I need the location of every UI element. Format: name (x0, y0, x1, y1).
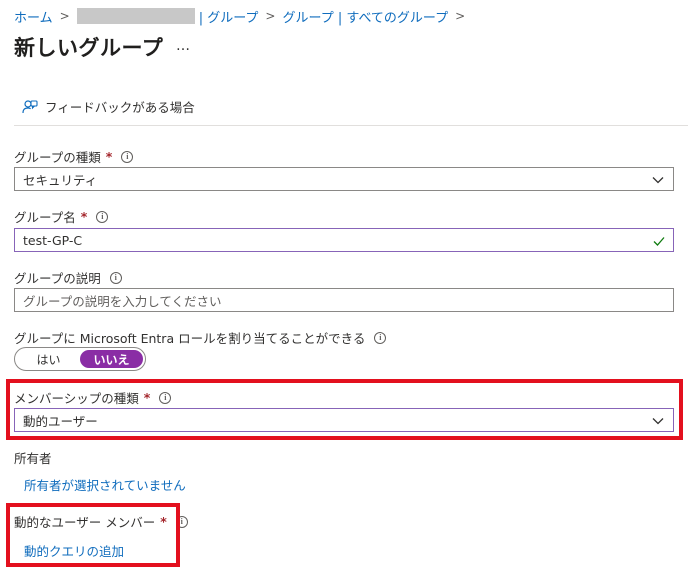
group-type-label-text: グループの種類 (14, 150, 101, 165)
breadcrumb-separator: > (455, 9, 466, 23)
breadcrumb-all-groups[interactable]: グループ | すべてのグループ (282, 7, 448, 26)
checkmark-icon (653, 237, 665, 246)
info-icon[interactable]: i (96, 210, 109, 223)
breadcrumb-groups[interactable]: | グループ (199, 7, 259, 26)
divider (14, 125, 688, 126)
breadcrumb-redacted (76, 8, 195, 24)
feedback-icon (22, 99, 38, 113)
entra-role-label-text: グループに Microsoft Entra ロールを割り当てることができる (14, 331, 366, 346)
owners-label: 所有者 (14, 448, 52, 467)
breadcrumb: ホーム > | グループ > グループ | すべてのグループ > (14, 6, 472, 26)
required-marker: * (105, 149, 113, 164)
info-icon[interactable]: i (121, 150, 134, 163)
breadcrumb-separator: > (265, 9, 276, 23)
group-type-label: グループの種類 * i (14, 147, 134, 166)
feedback-button[interactable]: フィードバックがある場合 (22, 97, 195, 116)
owners-link[interactable]: 所有者が選択されていません (24, 475, 186, 494)
page-title: 新しいグループ (14, 36, 164, 60)
toggle-option-no[interactable]: いいえ (80, 350, 143, 368)
breadcrumb-home[interactable]: ホーム (14, 7, 53, 26)
group-name-label: グループ名 * i (14, 207, 109, 226)
group-name-value: test-GP-C (23, 232, 83, 248)
required-marker: * (80, 209, 88, 224)
entra-role-toggle[interactable]: はい いいえ (14, 347, 146, 371)
group-name-label-text: グループ名 (14, 210, 76, 225)
highlight-box-membership (6, 379, 683, 440)
group-description-label-text: グループの説明 (14, 271, 101, 286)
owners-label-text: 所有者 (14, 451, 52, 466)
group-description-input[interactable]: グループの説明を入力してください (14, 288, 674, 312)
breadcrumb-separator: > (59, 9, 70, 23)
group-type-select[interactable]: セキュリティ (14, 167, 674, 191)
feedback-label: フィードバックがある場合 (45, 100, 195, 115)
info-icon[interactable]: i (374, 331, 387, 344)
group-name-input[interactable]: test-GP-C (14, 228, 674, 252)
info-icon[interactable]: i (109, 271, 122, 284)
toggle-option-yes[interactable]: はい (17, 350, 80, 368)
chevron-down-icon (652, 177, 664, 184)
more-options-button[interactable]: … (176, 38, 191, 54)
group-description-label: グループの説明 i (14, 268, 122, 287)
entra-role-label: グループに Microsoft Entra ロールを割り当てることができる i (14, 328, 387, 347)
highlight-box-dynamic-members (6, 503, 180, 567)
group-description-placeholder: グループの説明を入力してください (23, 293, 222, 309)
group-type-value: セキュリティ (23, 172, 98, 188)
